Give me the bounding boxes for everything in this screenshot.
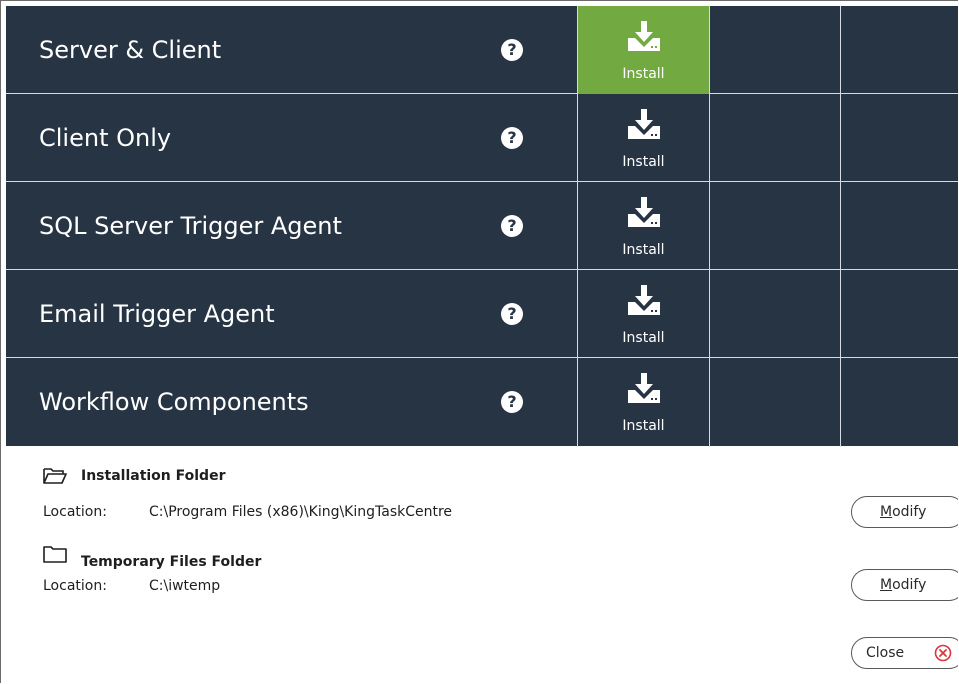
help-icon[interactable]: ? — [501, 127, 523, 149]
component-row-sql-trigger-agent: SQL Server Trigger Agent ? Install — [6, 182, 958, 270]
modify-temporary-folder-button[interactable]: Modify — [851, 569, 958, 601]
install-label: Install — [622, 418, 665, 434]
install-button-email-trigger-agent[interactable]: Install — [577, 270, 709, 358]
install-button-sql-trigger-agent[interactable]: Install — [577, 182, 709, 270]
modify-label: odify — [892, 504, 927, 520]
close-circle-icon — [934, 644, 952, 662]
modify-installation-folder-button[interactable]: Modify — [851, 496, 958, 528]
component-cell-empty — [840, 182, 958, 270]
temporary-folder-section: Temporary Files Folder Location: C:\iwte… — [43, 545, 543, 605]
help-icon[interactable]: ? — [501, 215, 523, 237]
install-button-client-only[interactable]: Install — [577, 94, 709, 182]
help-icon[interactable]: ? — [501, 39, 523, 61]
folder-open-icon — [43, 468, 67, 484]
component-cell-empty — [840, 94, 958, 182]
installation-folder-section: Installation Folder Location: C:\Program… — [43, 467, 543, 527]
temporary-folder-title: Temporary Files Folder — [81, 554, 262, 570]
installer-window: Server & Client ? Install Client Only ? — [0, 0, 958, 683]
modify-accelerator: M — [880, 577, 893, 593]
component-name: SQL Server Trigger Agent — [39, 212, 342, 240]
component-name: Email Trigger Agent — [39, 300, 275, 328]
download-icon — [628, 21, 660, 51]
component-name: Client Only — [39, 124, 172, 152]
installation-location-value: C:\Program Files (x86)\King\KingTaskCent… — [149, 504, 453, 520]
component-cell-empty — [709, 358, 841, 447]
modify-accelerator: M — [880, 504, 893, 520]
installation-folder-title: Installation Folder — [81, 468, 226, 484]
installation-location-label: Location: — [43, 504, 107, 520]
help-icon[interactable]: ? — [501, 391, 523, 413]
download-icon — [628, 197, 660, 227]
install-label: Install — [622, 66, 665, 82]
download-icon — [628, 285, 660, 315]
folder-icon — [43, 546, 67, 563]
component-cell-empty — [709, 270, 841, 358]
component-name: Server & Client — [39, 36, 222, 64]
component-name: Workflow Components — [39, 388, 309, 416]
component-row-server-client: Server & Client ? Install — [6, 6, 958, 94]
component-cell-empty — [840, 6, 958, 94]
close-label: Close — [866, 645, 905, 661]
install-button-workflow-components[interactable]: Install — [577, 358, 709, 447]
temporary-location-label: Location: — [43, 578, 107, 594]
component-cell-empty — [840, 358, 958, 447]
component-list: Server & Client ? Install Client Only ? — [6, 6, 958, 447]
component-cell-empty — [709, 94, 841, 182]
temporary-location-value: C:\iwtemp — [149, 578, 221, 594]
download-icon — [628, 373, 660, 403]
component-row-workflow-components: Workflow Components ? Install — [6, 358, 958, 447]
install-label: Install — [622, 154, 665, 170]
component-row-client-only: Client Only ? Install — [6, 94, 958, 182]
component-row-email-trigger-agent: Email Trigger Agent ? Install — [6, 270, 958, 358]
component-cell-empty — [709, 182, 841, 270]
close-button[interactable]: Close — [851, 637, 958, 669]
install-label: Install — [622, 242, 665, 258]
install-button-server-client[interactable]: Install — [577, 6, 709, 94]
component-cell-empty — [709, 6, 841, 94]
install-label: Install — [622, 330, 665, 346]
download-icon — [628, 109, 660, 139]
component-cell-empty — [840, 270, 958, 358]
modify-label: odify — [892, 577, 927, 593]
help-icon[interactable]: ? — [501, 303, 523, 325]
